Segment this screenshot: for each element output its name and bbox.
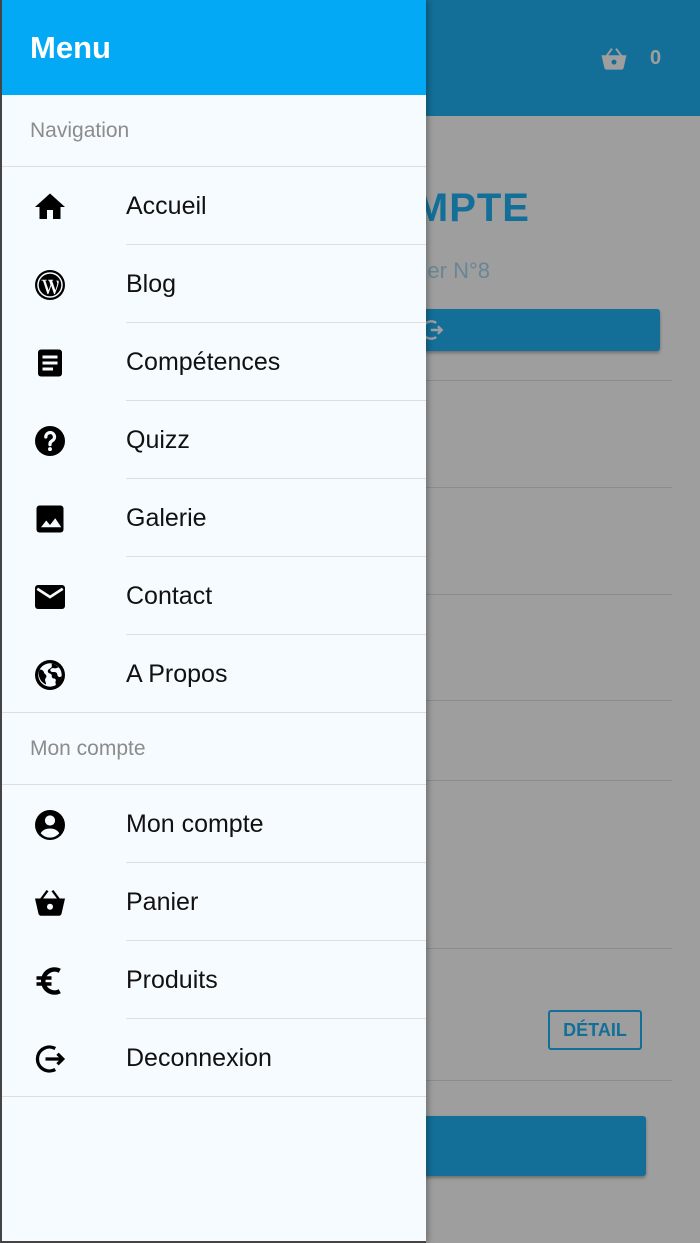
euro-icon bbox=[32, 963, 68, 999]
nav-item-label: Panier bbox=[126, 888, 199, 916]
nav-item-label: Mon compte bbox=[126, 810, 264, 838]
nav-item-galerie[interactable]: Galerie bbox=[2, 479, 426, 557]
home-icon bbox=[32, 189, 68, 225]
nav-item-label: Quizz bbox=[126, 426, 190, 454]
help-circle-icon bbox=[32, 423, 68, 459]
nav-item-mon-compte[interactable]: Mon compte bbox=[2, 785, 426, 863]
logout-icon bbox=[32, 1041, 68, 1077]
section-title-navigation: Navigation bbox=[2, 95, 426, 167]
nav-item-competences[interactable]: Compétences bbox=[2, 323, 426, 401]
globe-icon bbox=[32, 657, 68, 693]
basket-icon bbox=[32, 885, 68, 921]
nav-item-a-propos[interactable]: A Propos bbox=[2, 635, 426, 713]
nav-item-label: Galerie bbox=[126, 504, 207, 532]
nav-item-blog[interactable]: Blog bbox=[2, 245, 426, 323]
nav-item-accueil[interactable]: Accueil bbox=[2, 167, 426, 245]
divider bbox=[2, 1096, 426, 1097]
document-icon bbox=[32, 345, 68, 381]
nav-item-contact[interactable]: Contact bbox=[2, 557, 426, 635]
wordpress-icon bbox=[32, 267, 68, 303]
nav-item-label: Contact bbox=[126, 582, 213, 610]
drawer-title: Menu bbox=[2, 0, 426, 95]
section-title-mon-compte: Mon compte bbox=[2, 713, 426, 785]
navigation-drawer: Menu Navigation Accueil Blog Compétences… bbox=[0, 0, 426, 1243]
nav-item-label: Accueil bbox=[126, 192, 207, 220]
nav-item-label: Blog bbox=[126, 270, 177, 298]
nav-item-label: Compétences bbox=[126, 348, 281, 376]
nav-item-label: A Propos bbox=[126, 660, 228, 688]
nav-item-produits[interactable]: Produits bbox=[2, 941, 426, 1019]
nav-item-label: Deconnexion bbox=[126, 1044, 272, 1072]
nav-item-panier[interactable]: Panier bbox=[2, 863, 426, 941]
mail-icon bbox=[32, 579, 68, 615]
account-circle-icon bbox=[32, 807, 68, 843]
image-icon bbox=[32, 501, 68, 537]
nav-item-label: Produits bbox=[126, 966, 218, 994]
nav-item-quizz[interactable]: Quizz bbox=[2, 401, 426, 479]
nav-item-deconnexion[interactable]: Deconnexion bbox=[2, 1019, 426, 1097]
divider bbox=[2, 712, 426, 713]
